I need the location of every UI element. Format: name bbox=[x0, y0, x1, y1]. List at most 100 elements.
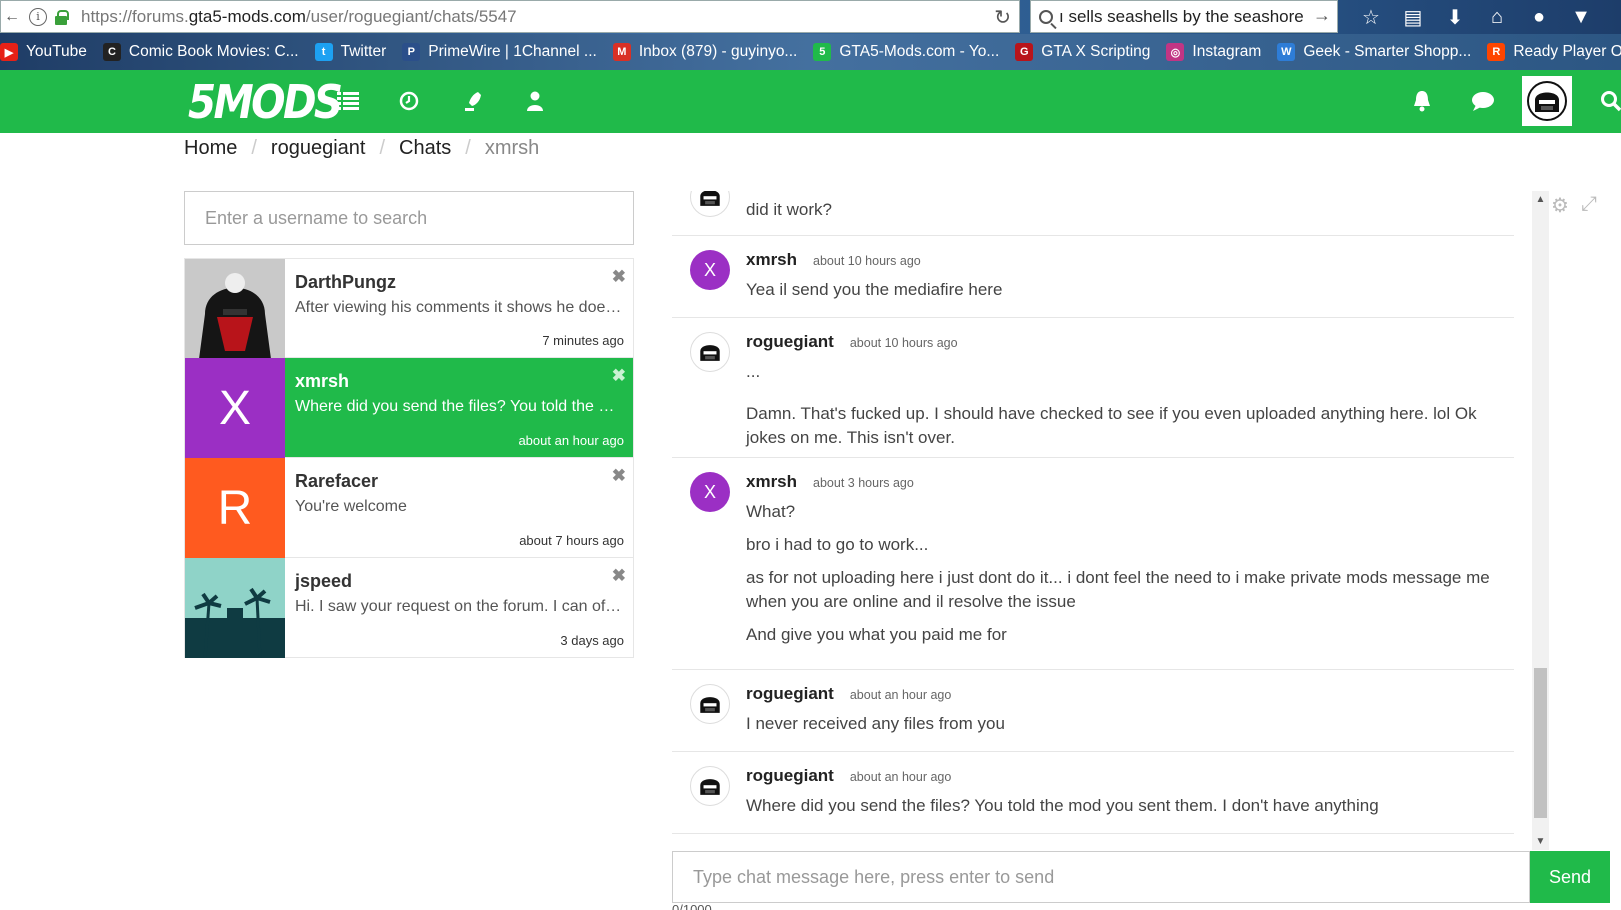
bookmark-item[interactable]: P PrimeWire | 1Channel ... bbox=[402, 43, 597, 61]
bookmark-label: Inbox (879) - guyinyo... bbox=[638, 43, 798, 60]
url-text[interactable]: https://forums.gta5-mods.com/user/rogueg… bbox=[81, 7, 517, 27]
conversation-time: about an hour ago bbox=[518, 433, 624, 448]
account-avatar[interactable] bbox=[1522, 76, 1572, 126]
conversation-body: jspeed Hi. I saw your request on the foru… bbox=[285, 558, 633, 657]
conversation-item[interactable]: R Rarefacer You're welcome about 7 hours ag… bbox=[184, 458, 634, 558]
bookmark-favicon-icon: P bbox=[402, 43, 421, 61]
message-text: And give you what you paid me for bbox=[746, 625, 1007, 644]
site-logo[interactable]: 5MODS bbox=[188, 76, 343, 128]
conversation-preview: You're welcome bbox=[295, 498, 407, 515]
browser-search-field[interactable]: ı sells seashells by the seashore → bbox=[1030, 0, 1338, 33]
helmet-avatar-icon bbox=[1527, 81, 1567, 121]
chat-message: roguegiant about 10 hours ago... Damn. Tha… bbox=[672, 318, 1514, 458]
conversation-name: xmrsh bbox=[295, 371, 350, 391]
bookmark-item[interactable]: ◎ Instagram bbox=[1166, 43, 1261, 61]
search-icon bbox=[1039, 9, 1053, 24]
bookmark-favicon-icon: C bbox=[102, 43, 121, 61]
helmet-avatar-icon bbox=[690, 191, 730, 217]
bookmark-item[interactable]: W Geek - Smarter Shopp... bbox=[1277, 43, 1471, 61]
pocket-icon[interactable]: ▼ bbox=[1560, 6, 1602, 29]
bookmark-item[interactable]: C Comic Book Movies: C... bbox=[102, 43, 299, 61]
message-scrollbar[interactable]: ▲ ▼ bbox=[1532, 191, 1549, 850]
username-search-input[interactable] bbox=[184, 191, 634, 245]
message-username[interactable]: roguegiant bbox=[746, 332, 834, 352]
bookmark-label: YouTube bbox=[26, 43, 87, 60]
chat-window-controls: ⚙ ⤢ bbox=[1551, 193, 1597, 218]
scroll-down-icon[interactable]: ▼ bbox=[1532, 833, 1549, 850]
message-text: Damn. That's fucked up. I should have ch… bbox=[746, 404, 1477, 447]
message-timestamp: about 3 hours ago bbox=[813, 476, 914, 490]
home-icon[interactable]: ⌂ bbox=[1476, 6, 1518, 29]
reading-list-icon[interactable]: ▤ bbox=[1392, 5, 1434, 30]
message-username[interactable]: roguegiant bbox=[746, 684, 834, 704]
list-icon[interactable] bbox=[335, 88, 361, 114]
conversation-body: xmrsh Where did you send the files? You t… bbox=[285, 358, 633, 457]
close-icon[interactable]: ✖ bbox=[612, 267, 626, 287]
breadcrumb-user[interactable]: roguegiant bbox=[271, 137, 366, 160]
bookmark-item[interactable]: ▶ YouTube bbox=[0, 43, 87, 61]
conversation-item[interactable]: DarthPungz After viewing his comments it … bbox=[184, 258, 634, 359]
message-header: roguegiant about an hour ago bbox=[746, 670, 1504, 704]
conversation-preview: Hi. I saw your request on the forum. I c… bbox=[295, 598, 623, 615]
bookmark-item[interactable]: t Twitter bbox=[314, 43, 387, 61]
bookmark-label: Twitter bbox=[340, 43, 387, 60]
site-info-icon[interactable]: i bbox=[29, 7, 47, 26]
scrollbar-thumb[interactable] bbox=[1534, 668, 1547, 818]
palm-avatar-image bbox=[185, 558, 285, 658]
close-icon[interactable]: ✖ bbox=[612, 366, 626, 386]
collapse-icon[interactable]: ⤢ bbox=[1581, 193, 1597, 218]
settings-gear-icon[interactable]: ⚙ bbox=[1551, 193, 1569, 218]
download-icon[interactable]: ⬇ bbox=[1434, 5, 1476, 30]
helmet-avatar-icon bbox=[690, 766, 730, 806]
message-username[interactable]: roguegiant bbox=[746, 766, 834, 786]
bookmark-label: GTA5-Mods.com - Yo... bbox=[839, 43, 1000, 60]
conversation-list: DarthPungz After viewing his comments it … bbox=[184, 258, 634, 658]
clock-icon[interactable] bbox=[396, 88, 422, 114]
close-icon[interactable]: ✖ bbox=[612, 466, 626, 486]
bookmark-item[interactable]: G GTA X Scripting bbox=[1015, 43, 1150, 61]
address-bar[interactable]: ← i https://forums.gta5-mods.com/user/ro… bbox=[0, 0, 1020, 33]
bookmark-item[interactable]: M Inbox (879) - guyinyo... bbox=[612, 43, 798, 61]
conversation-avatar bbox=[185, 259, 285, 359]
chat-bubble-icon[interactable] bbox=[1470, 88, 1496, 114]
rocket-icon[interactable] bbox=[460, 88, 486, 114]
breadcrumb-separator: / bbox=[379, 136, 386, 159]
conversation-avatar: X bbox=[185, 358, 285, 458]
message-username[interactable]: xmrsh bbox=[746, 250, 797, 270]
message-avatar: X bbox=[690, 250, 730, 290]
close-icon[interactable]: ✖ bbox=[612, 566, 626, 586]
user-icon[interactable] bbox=[522, 88, 548, 114]
scroll-up-icon[interactable]: ▲ bbox=[1532, 191, 1549, 208]
extension-icon[interactable]: ● bbox=[1518, 6, 1560, 29]
conversation-item[interactable]: jspeed Hi. I saw your request on the foru… bbox=[184, 558, 634, 658]
reload-icon[interactable]: ↻ bbox=[994, 5, 1011, 30]
bookmark-label: Ready Player One bbox=[1513, 43, 1621, 60]
message-text: bro i had to go to work... bbox=[746, 535, 929, 554]
send-button[interactable]: Send bbox=[1530, 851, 1610, 903]
character-counter: 0/1000 bbox=[672, 902, 712, 910]
search-icon[interactable] bbox=[1598, 88, 1621, 114]
helmet-avatar-icon bbox=[690, 684, 730, 724]
message-timestamp: about 10 hours ago bbox=[813, 254, 921, 268]
conversation-item[interactable]: Xxmrsh Where did you send the files? You … bbox=[184, 358, 634, 458]
message-text: did it work? bbox=[746, 200, 832, 219]
notifications-bell-icon[interactable] bbox=[1409, 88, 1435, 114]
conversation-name: Rarefacer bbox=[295, 471, 379, 491]
bookmark-item[interactable]: 5 GTA5-Mods.com - Yo... bbox=[813, 43, 999, 61]
back-icon[interactable]: ← bbox=[1, 0, 23, 33]
go-arrow-icon[interactable]: → bbox=[1313, 5, 1331, 26]
conversation-avatar: R bbox=[185, 458, 285, 558]
message-avatar: X bbox=[690, 472, 730, 512]
breadcrumb-chats[interactable]: Chats bbox=[399, 137, 451, 160]
conversation-name: DarthPungz bbox=[295, 272, 396, 292]
breadcrumb-home[interactable]: Home bbox=[184, 137, 237, 160]
browser-toolbar: ← i https://forums.gta5-mods.com/user/ro… bbox=[0, 0, 1621, 34]
star-icon[interactable]: ☆ bbox=[1350, 5, 1392, 30]
bookmark-item[interactable]: R Ready Player One bbox=[1487, 43, 1621, 61]
chat-message-input[interactable] bbox=[672, 851, 1530, 903]
bookmark-favicon-icon: M bbox=[612, 43, 631, 61]
conversation-body: Rarefacer You're welcome about 7 hours ago… bbox=[285, 458, 633, 557]
message-timestamp: about 10 hours ago bbox=[849, 336, 958, 350]
site-navbar: 5MODS bbox=[0, 70, 1621, 133]
message-username[interactable]: xmrsh bbox=[746, 472, 797, 492]
